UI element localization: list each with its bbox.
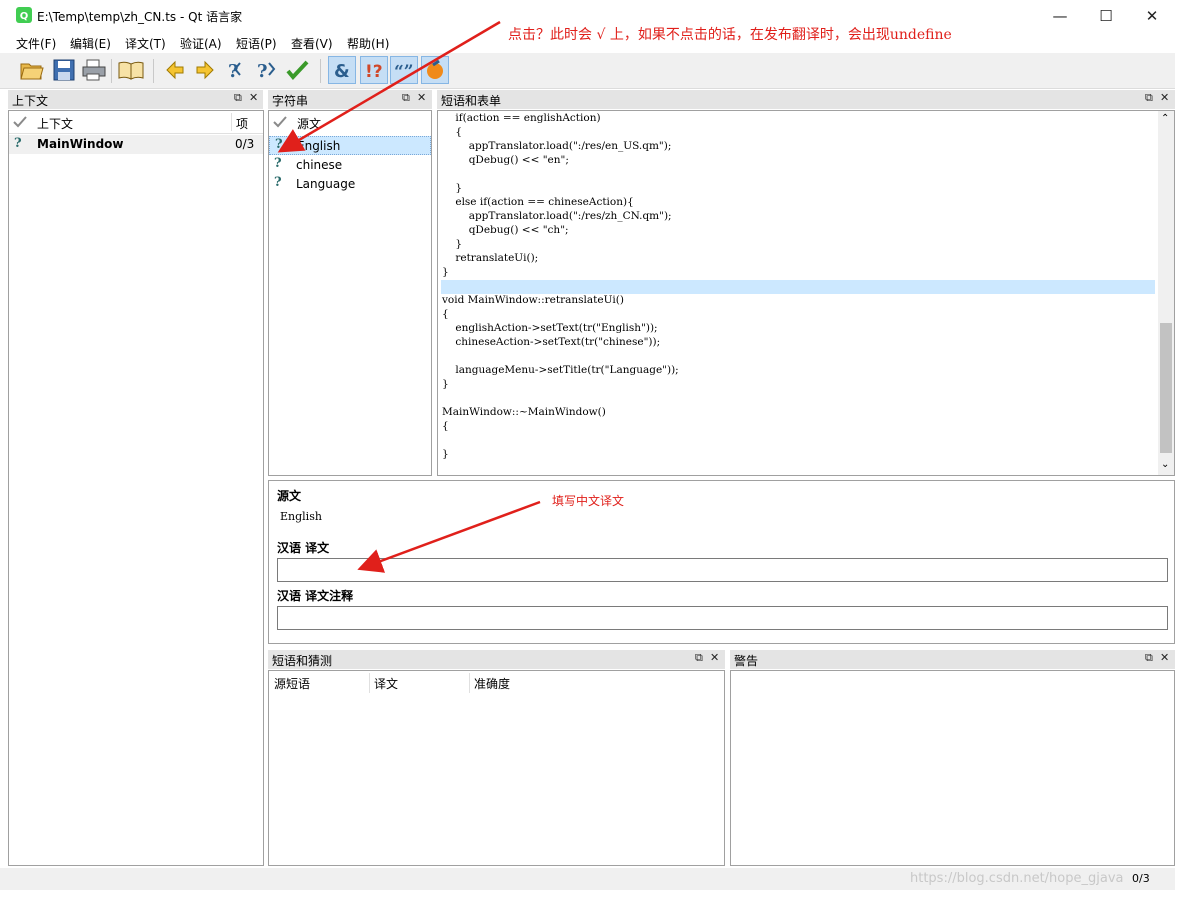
annotation-arrow-top [277,20,501,153]
annotation-text-top: 点击？此时会 √ 上，如果不点击的话，在发布翻译时，会出现undefine [508,27,952,43]
annotation-text-middle: 填写中文译文 [552,494,625,508]
annotation-arrow-middle [357,500,541,573]
annotation-overlay [277,20,541,573]
